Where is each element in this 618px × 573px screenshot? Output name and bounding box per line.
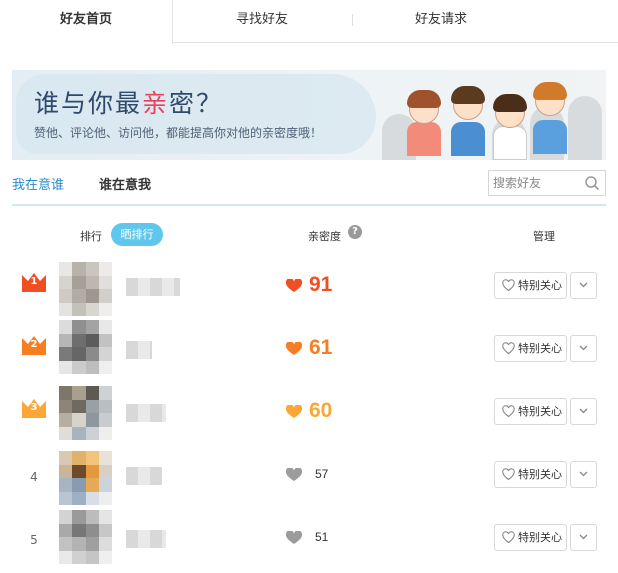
special-care-label: 特别关心: [518, 279, 562, 292]
heart-icon: [286, 531, 302, 544]
chevron-down-icon: [579, 345, 588, 351]
friend-row: 4 57 特别关心: [0, 451, 618, 514]
friend-row: 2 61 特别关心: [0, 320, 618, 388]
more-options-button[interactable]: [570, 272, 597, 299]
sub-tab-underline: [12, 204, 606, 206]
tab-who-i-care[interactable]: 我在意谁: [12, 174, 64, 193]
tab-who-cares-me[interactable]: 谁在意我: [99, 174, 151, 193]
manage-column-header: 管理: [533, 230, 555, 243]
tab-friend-requests[interactable]: 好友请求: [352, 0, 530, 43]
avatar[interactable]: [59, 262, 112, 316]
friend-name-blurred[interactable]: [126, 530, 166, 548]
special-care-button[interactable]: 特别关心: [494, 524, 567, 551]
intimacy-score: 61: [309, 336, 333, 359]
banner-title: 谁与你最亲密？: [34, 89, 224, 118]
heart-icon: [286, 405, 302, 418]
heart-icon: [286, 279, 302, 292]
tab-friends-home[interactable]: 好友首页: [0, 0, 173, 44]
chevron-down-icon: [579, 471, 588, 477]
heart-outline-icon: [502, 468, 515, 481]
friend-name-blurred[interactable]: [126, 467, 162, 485]
avatar[interactable]: [59, 386, 112, 440]
more-options-button[interactable]: [570, 398, 597, 425]
tab-find-friends[interactable]: 寻找好友: [173, 0, 351, 43]
intimacy-score: 60: [309, 399, 333, 422]
heart-outline-icon: [502, 531, 515, 544]
heart-icon: [286, 468, 302, 481]
rank-number: 2: [30, 339, 38, 350]
rank-number: 1: [30, 276, 38, 287]
friend-row: 5 51 特别关心: [0, 510, 618, 573]
special-care-label: 特别关心: [518, 531, 562, 544]
rank-number: 5: [30, 533, 38, 547]
heart-outline-icon: [502, 342, 515, 355]
intimacy-score: 91: [309, 273, 333, 296]
intimacy-score: 51: [315, 530, 329, 544]
friend-search-box: [488, 170, 606, 196]
show-rank-button[interactable]: 晒排行: [111, 223, 163, 246]
special-care-label: 特别关心: [518, 468, 562, 481]
heart-outline-icon: [502, 279, 515, 292]
more-options-button[interactable]: [570, 335, 597, 362]
special-care-label: 特别关心: [518, 405, 562, 418]
heart-outline-icon: [502, 405, 515, 418]
search-icon[interactable]: [584, 175, 600, 191]
rank-number: 4: [30, 470, 38, 484]
avatar[interactable]: [59, 320, 112, 374]
avatar[interactable]: [59, 510, 112, 564]
special-care-label: 特别关心: [518, 342, 562, 355]
chevron-down-icon: [579, 408, 588, 414]
chevron-down-icon: [579, 534, 588, 540]
friend-row: 1 91 特别关心: [0, 262, 618, 325]
chevron-down-icon: [579, 282, 588, 288]
banner-illustration: [380, 70, 606, 160]
help-icon[interactable]: ?: [348, 225, 362, 239]
more-options-button[interactable]: [570, 461, 597, 488]
special-care-button[interactable]: 特别关心: [494, 272, 567, 299]
heart-icon: [286, 342, 302, 355]
friend-search-input[interactable]: [493, 174, 581, 192]
intimacy-score: 57: [315, 467, 329, 481]
intimacy-column-header: 亲密度: [308, 230, 341, 243]
intimacy-banner: 谁与你最亲密？ 赞他、评论他、访问他，都能提高你对他的亲密度哦！: [12, 70, 606, 160]
more-options-button[interactable]: [570, 524, 597, 551]
avatar[interactable]: [59, 451, 112, 505]
friend-row: 3 60 特别关心: [0, 386, 618, 451]
friend-name-blurred[interactable]: [126, 278, 180, 296]
rank-number: 3: [30, 402, 38, 413]
special-care-button[interactable]: 特别关心: [494, 398, 567, 425]
friend-name-blurred[interactable]: [126, 404, 166, 422]
banner-subtitle: 赞他、评论他、访问他，都能提高你对他的亲密度哦！: [34, 126, 323, 140]
rank-column-header: 排行: [80, 230, 102, 243]
special-care-button[interactable]: 特别关心: [494, 335, 567, 362]
top-tab-bar: 好友首页 寻找好友 好友请求: [0, 0, 618, 44]
special-care-button[interactable]: 特别关心: [494, 461, 567, 488]
friend-name-blurred[interactable]: [126, 341, 152, 359]
